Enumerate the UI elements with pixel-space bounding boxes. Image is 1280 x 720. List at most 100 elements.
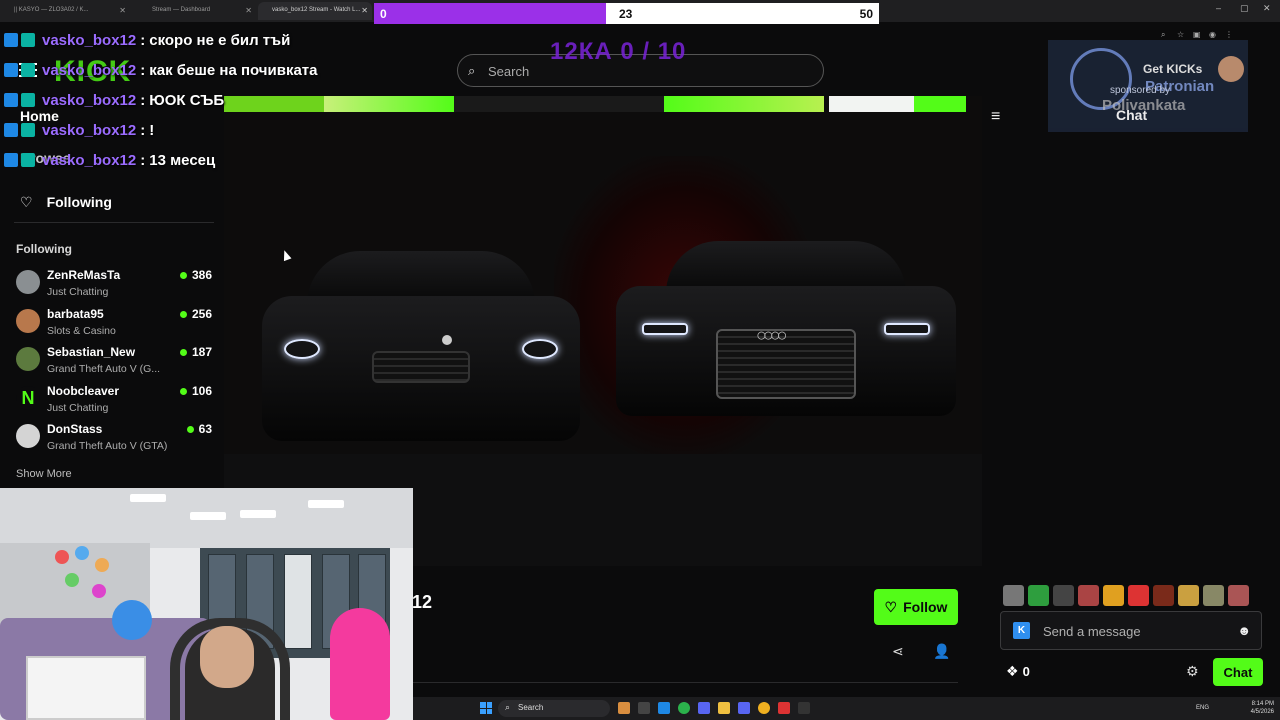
chrome-icon[interactable] xyxy=(678,702,690,714)
avatar[interactable] xyxy=(1218,56,1244,82)
streamer-name[interactable]: 12 xyxy=(412,592,432,613)
browser-tab[interactable]: Stream — Dashboard ✕ xyxy=(138,2,256,20)
video-banner-stripe xyxy=(664,96,824,112)
emoji-icon[interactable]: ☻ xyxy=(1237,623,1251,638)
badge-icon xyxy=(4,33,18,47)
streamer-face xyxy=(200,626,254,688)
goal-progress-fill xyxy=(374,3,607,24)
viewer-count-value: 106 xyxy=(191,383,212,398)
search-icon: ⌕ xyxy=(505,702,511,712)
chat-message: 13 месец xyxy=(149,151,216,169)
channel-name: Noobcleaver xyxy=(47,383,120,398)
system-clock[interactable]: 8:14 PM 4/5/2026 xyxy=(1251,700,1274,716)
avatar: N xyxy=(16,385,40,410)
chat-username: vasko_box12 xyxy=(42,91,137,109)
app-icon[interactable] xyxy=(758,702,770,714)
chat-overlay-line: vasko_box12: скоро не е бил тъй xyxy=(4,25,384,55)
share-icon[interactable]: ⋖ xyxy=(892,643,904,660)
tab-title: Stream — Dashboard xyxy=(152,7,211,13)
app-icon[interactable] xyxy=(778,702,790,714)
channel-item[interactable]: ZenReMasTa Just Chatting 386 xyxy=(16,266,212,305)
avatar xyxy=(16,347,40,371)
viewer-count: 106 xyxy=(179,383,212,398)
live-dot-icon xyxy=(179,387,187,395)
counter-overlay: 12КА 0 / 10 xyxy=(550,38,687,65)
emote-icon[interactable] xyxy=(1153,585,1174,606)
chat-message-input[interactable] xyxy=(1041,621,1226,641)
window-close-button[interactable]: ✕ xyxy=(1263,3,1271,14)
show-more-link[interactable]: Show More xyxy=(16,468,72,480)
get-kicks-label[interactable]: Get KICKs xyxy=(1143,62,1202,76)
menu-dots-icon[interactable]: ⋮ xyxy=(1225,30,1235,39)
browser-tab[interactable]: || KASYO — ZLO3A02 / K... ✕ xyxy=(0,2,130,20)
channel-item[interactable]: DonStass Grand Theft Auto V (GTA) 63 xyxy=(16,420,212,459)
audi-logo: ○○○○ xyxy=(756,325,787,345)
chat-input-box[interactable]: K ☻ xyxy=(1000,611,1262,650)
close-icon[interactable]: ✕ xyxy=(361,6,368,15)
emote-icon[interactable] xyxy=(1228,585,1249,606)
emote-icon[interactable] xyxy=(1178,585,1199,606)
viewer-count: 63 xyxy=(186,422,212,436)
taskbar-search[interactable]: ⌕ Search xyxy=(498,700,610,717)
bmw-car-image xyxy=(262,251,580,446)
heart-icon: ♡ xyxy=(20,193,33,210)
plush-toy xyxy=(112,600,152,640)
chat-overlay-line: vasko_box12: 13 месец xyxy=(4,145,384,175)
badge-icon xyxy=(21,33,35,47)
emote-icon[interactable] xyxy=(1053,585,1074,606)
channel-category: Grand Theft Auto V (GTA) xyxy=(47,440,168,452)
channel-item[interactable]: Sebastian_New Grand Theft Auto V (G... 1… xyxy=(16,343,212,382)
discord-icon[interactable] xyxy=(738,702,750,714)
bookmark-star-icon[interactable]: ☆ xyxy=(1177,30,1187,39)
nav-following[interactable]: ♡ Following xyxy=(20,192,112,212)
follow-button[interactable]: ♡ Follow xyxy=(874,589,958,625)
emote-icon[interactable] xyxy=(1078,585,1099,606)
video-banner-stripe xyxy=(454,96,664,112)
task-view-icon[interactable] xyxy=(638,702,650,714)
channel-item[interactable]: N Noobcleaver Just Chatting 106 xyxy=(16,382,212,421)
emote-icon[interactable] xyxy=(1103,585,1124,606)
browser-tab-active[interactable]: vasko_box12 Stream - Watch L... ✕ xyxy=(258,2,372,20)
minimize-button[interactable]: – xyxy=(1216,3,1221,13)
chat-message: как беше на почивката xyxy=(149,61,318,79)
zoom-icon[interactable]: ⌕ xyxy=(1161,30,1171,40)
badge-icon xyxy=(4,153,18,167)
channel-item[interactable]: barbata95 Slots & Casino 256 xyxy=(16,305,212,344)
chat-username: vasko_box12 xyxy=(42,31,137,49)
language-indicator[interactable]: ENG xyxy=(1196,705,1209,711)
maximize-button[interactable]: ▢ xyxy=(1240,3,1249,14)
discord-icon[interactable] xyxy=(698,702,710,714)
kicks-balance[interactable]: ❖ 0 xyxy=(1006,663,1030,680)
stream-chat-overlay: vasko_box12: скоро не е бил тъй vasko_bo… xyxy=(4,25,384,175)
viewer-count-value: 386 xyxy=(191,268,212,282)
collapse-chat-icon[interactable]: ≡ xyxy=(991,108,1000,126)
extensions-icon[interactable]: ▣ xyxy=(1193,30,1203,39)
windows-start-icon[interactable] xyxy=(480,702,492,714)
close-icon[interactable]: ✕ xyxy=(119,6,126,15)
file-explorer-icon[interactable] xyxy=(718,702,730,714)
channel-name: barbata95 xyxy=(47,306,104,321)
kicks-count-value: 0 xyxy=(1022,664,1030,679)
send-chat-button[interactable]: Chat xyxy=(1213,658,1263,686)
chat-message: ЮОК СЪБ xyxy=(149,91,225,109)
close-icon[interactable]: ✕ xyxy=(245,6,252,15)
channel-category: Grand Theft Auto V (G... xyxy=(47,363,161,375)
live-dot-icon xyxy=(179,349,187,356)
chat-overlay-line: vasko_box12: ЮОК СЪБ xyxy=(4,85,384,115)
edge-icon[interactable] xyxy=(658,702,670,714)
badge-icon xyxy=(21,63,35,77)
emote-icon[interactable] xyxy=(1028,585,1049,606)
obs-icon[interactable] xyxy=(798,702,810,714)
emote-icon[interactable] xyxy=(1203,585,1224,606)
emote-icon[interactable] xyxy=(1003,585,1024,606)
badge-icon xyxy=(21,123,35,137)
gear-icon[interactable]: ⚙ xyxy=(1186,663,1199,680)
chat-username: vasko_box12 xyxy=(42,151,137,169)
add-user-icon[interactable]: 👤 xyxy=(933,643,950,660)
chat-username: vasko_box12 xyxy=(42,121,137,139)
app-icon[interactable] xyxy=(618,702,630,714)
profile-icon[interactable]: ◉ xyxy=(1209,30,1219,39)
clock-time: 8:14 PM xyxy=(1251,701,1274,707)
sponsor-brand-secondary: Polivankata xyxy=(1102,97,1186,114)
emote-icon[interactable] xyxy=(1128,585,1149,606)
